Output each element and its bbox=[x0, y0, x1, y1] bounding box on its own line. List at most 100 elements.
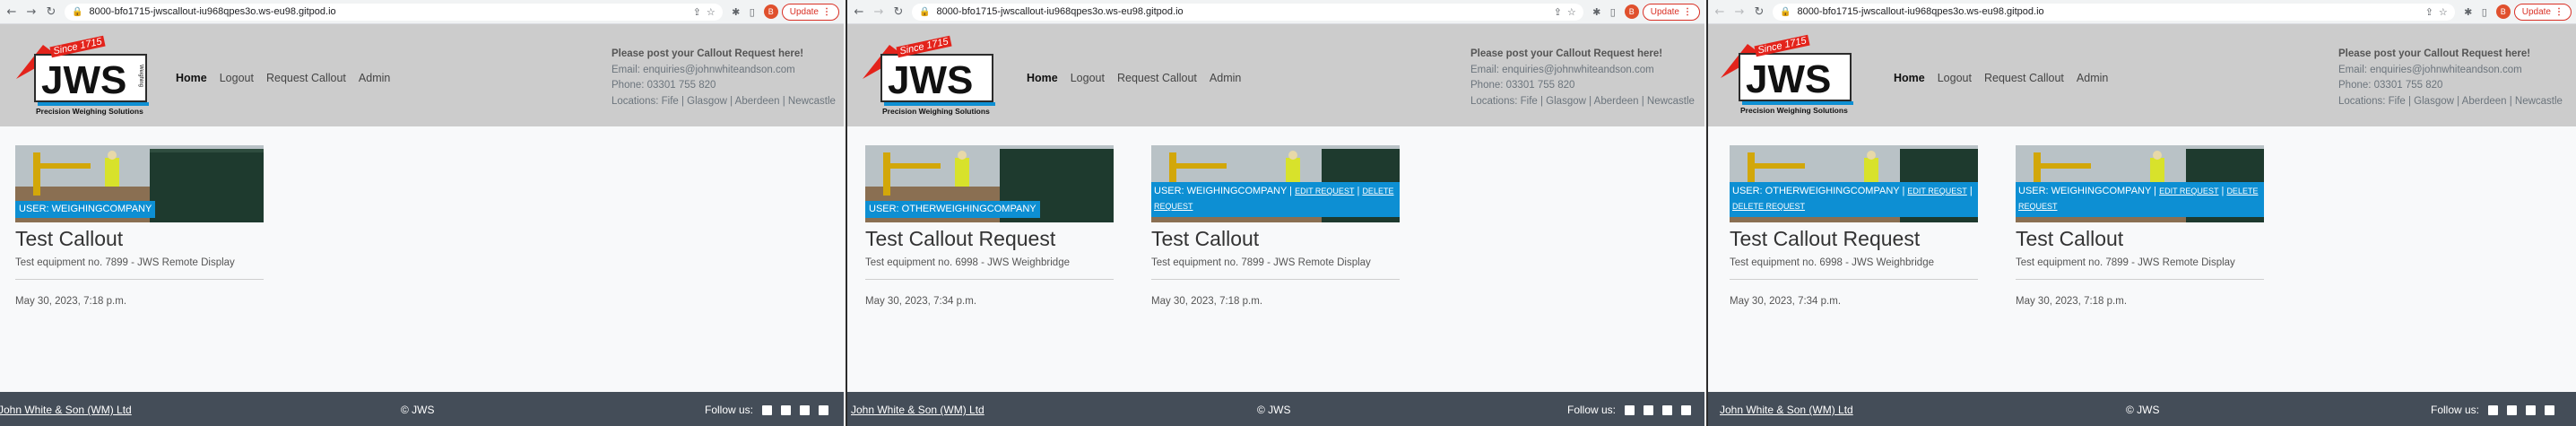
contact-heading: Please post your Callout Request here! bbox=[611, 48, 804, 59]
reload-icon[interactable]: ↻ bbox=[43, 4, 59, 20]
back-icon[interactable]: ← bbox=[4, 4, 20, 20]
share-icon[interactable]: ⇪ bbox=[2425, 6, 2433, 18]
nav-request-callout[interactable]: Request Callout bbox=[1984, 72, 2064, 84]
star-icon[interactable]: ☆ bbox=[2439, 6, 2448, 18]
sidebar-icon[interactable]: ▯ bbox=[2476, 4, 2493, 20]
profile-avatar[interactable]: B bbox=[1624, 4, 1639, 19]
callout-card: USER: WEIGHINGCOMPANY | EDIT REQUEST | D… bbox=[1151, 145, 1400, 307]
update-button[interactable]: Update ⋮ bbox=[2513, 3, 2572, 21]
footer-company-link[interactable]: John White & Son (WM) Ltd bbox=[1720, 404, 1853, 416]
jws-logo[interactable]: JWS Precision Weighing Solutions Since 1… bbox=[861, 35, 1006, 116]
callout-title[interactable]: Test Callout bbox=[2016, 227, 2264, 251]
nav-logout[interactable]: Logout bbox=[1938, 72, 1972, 84]
edit-request-link[interactable]: EDIT REQUEST bbox=[1907, 187, 1966, 196]
user-badge: USER: WEIGHINGCOMPANY bbox=[1154, 186, 1288, 196]
footer-company-link[interactable]: John White & Son (WM) Ltd bbox=[0, 404, 132, 416]
address-bar[interactable]: 🔒 8000-bfo1715-jwscallout-iu968qpes3o.ws… bbox=[1773, 3, 2455, 21]
instagram-icon[interactable] bbox=[1662, 404, 1673, 415]
footer-company-link[interactable]: John White & Son (WM) Ltd bbox=[851, 404, 984, 416]
footer-follow: Follow us: bbox=[1567, 404, 1692, 416]
browser-toolbar: ← → ↻ 🔒 8000-bfo1715-jwscallout-iu968qpe… bbox=[0, 0, 844, 24]
forward-icon[interactable]: → bbox=[1731, 4, 1748, 20]
sidebar-icon[interactable]: ▯ bbox=[744, 4, 760, 20]
user-badge: USER: WEIGHINGCOMPANY bbox=[15, 201, 156, 218]
facebook-icon[interactable] bbox=[1681, 404, 1692, 415]
nav-admin[interactable]: Admin bbox=[2077, 72, 2108, 84]
reload-icon[interactable]: ↻ bbox=[1751, 4, 1767, 20]
footer-follow: Follow us: bbox=[705, 404, 829, 416]
edit-request-link[interactable]: EDIT REQUEST bbox=[2159, 187, 2218, 196]
divider bbox=[15, 279, 264, 280]
facebook-icon[interactable] bbox=[2545, 404, 2555, 415]
lock-icon[interactable]: 🔒 bbox=[1780, 7, 1791, 17]
callout-title[interactable]: Test Callout bbox=[1151, 227, 1400, 251]
instagram-icon[interactable] bbox=[800, 404, 811, 415]
callout-equipment: Test equipment no. 7899 - JWS Remote Dis… bbox=[2016, 257, 2235, 268]
address-bar[interactable]: 🔒 8000-bfo1715-jwscallout-iu968qpes3o.ws… bbox=[65, 3, 723, 21]
contact-info: Please post your Callout Request here! E… bbox=[1470, 47, 1695, 109]
profile-avatar[interactable]: B bbox=[2495, 4, 2511, 19]
back-icon[interactable]: ← bbox=[851, 4, 867, 20]
linkedin-icon[interactable] bbox=[762, 404, 773, 415]
share-icon[interactable]: ⇪ bbox=[693, 6, 701, 18]
update-button[interactable]: Update ⋮ bbox=[1642, 3, 1700, 21]
facebook-icon[interactable] bbox=[819, 404, 829, 415]
lock-icon[interactable]: 🔒 bbox=[72, 7, 82, 17]
user-badge: USER: OTHERWEIGHINGCOMPANY bbox=[865, 201, 1040, 218]
contact-heading: Please post your Callout Request here! bbox=[2338, 48, 2531, 59]
callout-title[interactable]: Test Callout Request bbox=[1730, 227, 1978, 251]
extensions-icon[interactable]: ✱ bbox=[2460, 4, 2476, 20]
callout-photo: USER: OTHERWEIGHINGCOMPANY bbox=[865, 145, 1114, 222]
linkedin-icon[interactable] bbox=[1625, 404, 1635, 415]
nav-home[interactable]: Home bbox=[176, 72, 207, 84]
twitter-icon[interactable] bbox=[1644, 404, 1654, 415]
nav-admin[interactable]: Admin bbox=[359, 72, 390, 84]
forward-icon[interactable]: → bbox=[871, 4, 887, 20]
twitter-icon[interactable] bbox=[2507, 404, 2518, 415]
linkedin-icon[interactable] bbox=[2488, 404, 2499, 415]
reload-icon[interactable]: ↻ bbox=[890, 4, 906, 20]
follow-label: Follow us: bbox=[705, 404, 754, 416]
callout-photo: USER: WEIGHINGCOMPANY | EDIT REQUEST | D… bbox=[2016, 145, 2264, 222]
contact-locations: Locations: Fife | Glasgow | Aberdeen | N… bbox=[611, 95, 836, 107]
footer-copyright: © JWS bbox=[401, 404, 435, 416]
url-text: 8000-bfo1715-jwscallout-iu968qpes3o.ws-e… bbox=[89, 6, 336, 17]
extensions-icon[interactable]: ✱ bbox=[728, 4, 744, 20]
svg-text:JWS: JWS bbox=[41, 58, 126, 102]
nav-logout[interactable]: Logout bbox=[1071, 72, 1105, 84]
site-header: JWS Precision Weighing Solutions Weighin… bbox=[0, 24, 844, 126]
lock-icon[interactable]: 🔒 bbox=[919, 7, 930, 17]
contact-email: Email: enquiries@johnwhiteandson.com bbox=[611, 64, 795, 75]
nav-request-callout[interactable]: Request Callout bbox=[266, 72, 346, 84]
extensions-icon[interactable]: ✱ bbox=[1589, 4, 1605, 20]
star-icon[interactable]: ☆ bbox=[707, 6, 716, 18]
svg-text:Precision Weighing Solutions: Precision Weighing Solutions bbox=[882, 107, 990, 116]
contact-phone: Phone: 03301 755 820 bbox=[1470, 80, 1575, 91]
jws-logo[interactable]: JWS Precision Weighing Solutions Since 1… bbox=[1719, 34, 1864, 115]
forward-icon[interactable]: → bbox=[23, 4, 39, 20]
twitter-icon[interactable] bbox=[781, 404, 792, 415]
update-button[interactable]: Update ⋮ bbox=[781, 3, 839, 21]
share-icon[interactable]: ⇪ bbox=[1554, 6, 1562, 18]
follow-label: Follow us: bbox=[2431, 404, 2480, 416]
jws-logo[interactable]: JWS Precision Weighing Solutions Weighin… bbox=[14, 35, 160, 116]
menu-icon: ⋮ bbox=[2554, 6, 2563, 17]
address-bar[interactable]: 🔒 8000-bfo1715-jwscallout-iu968qpes3o.ws… bbox=[912, 3, 1583, 21]
edit-request-link[interactable]: EDIT REQUEST bbox=[1295, 187, 1354, 196]
nav-admin[interactable]: Admin bbox=[1210, 72, 1241, 84]
instagram-icon[interactable] bbox=[2526, 404, 2537, 415]
sidebar-icon[interactable]: ▯ bbox=[1605, 4, 1621, 20]
callout-title[interactable]: Test Callout bbox=[15, 227, 264, 251]
callout-date: May 30, 2023, 7:34 p.m. bbox=[1730, 296, 1842, 307]
nav-home[interactable]: Home bbox=[1894, 72, 1925, 84]
delete-request-link[interactable]: DELETE REQUEST bbox=[1732, 202, 1805, 211]
nav-logout[interactable]: Logout bbox=[220, 72, 254, 84]
contact-locations: Locations: Fife | Glasgow | Aberdeen | N… bbox=[1470, 95, 1695, 107]
nav-request-callout[interactable]: Request Callout bbox=[1117, 72, 1197, 84]
callout-equipment: Test equipment no. 7899 - JWS Remote Dis… bbox=[1151, 257, 1371, 268]
star-icon[interactable]: ☆ bbox=[1567, 6, 1576, 18]
profile-avatar[interactable]: B bbox=[763, 4, 778, 19]
nav-home[interactable]: Home bbox=[1027, 72, 1058, 84]
back-icon[interactable]: ← bbox=[1712, 4, 1728, 20]
callout-title[interactable]: Test Callout Request bbox=[865, 227, 1114, 251]
